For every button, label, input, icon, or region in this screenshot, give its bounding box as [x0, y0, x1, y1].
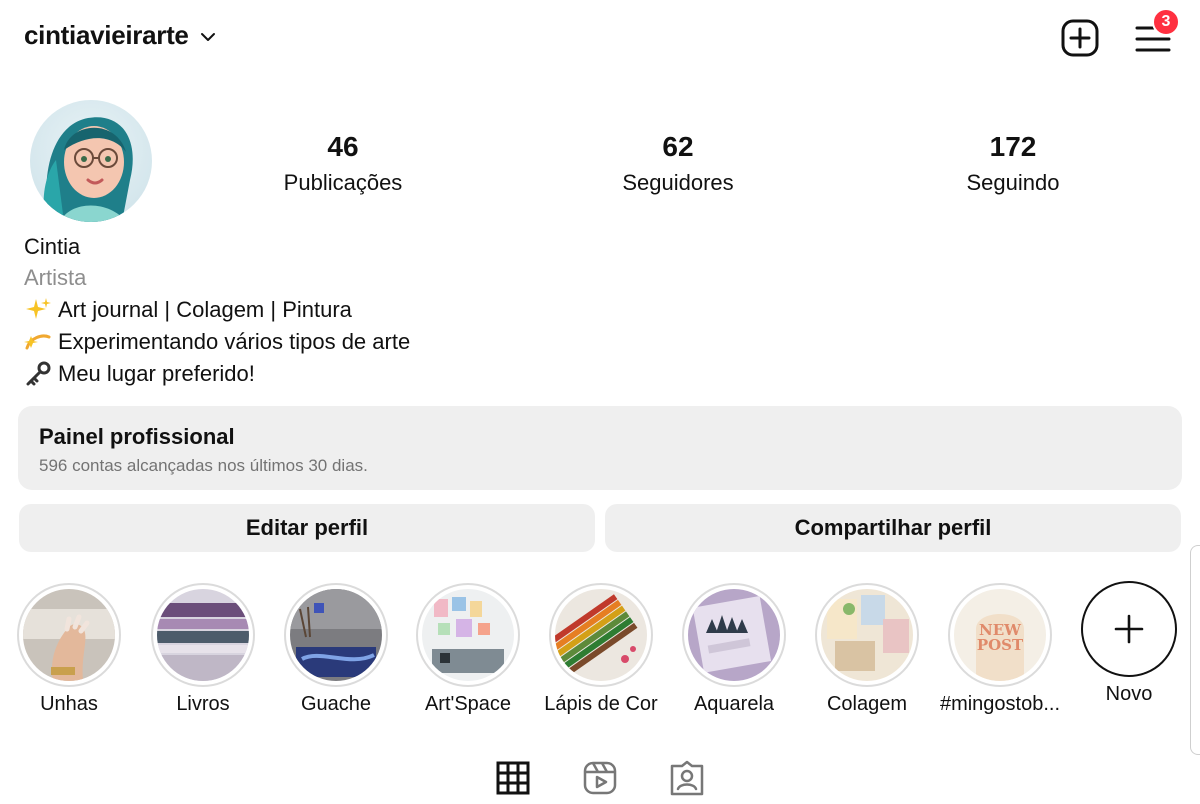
profile-bio: Cintia Artista Art journal | Colagem | P… [24, 232, 410, 390]
bio-text: Meu lugar preferido! [58, 361, 255, 386]
dizzy-star-icon [24, 334, 51, 350]
bio-line: Meu lugar preferido! [24, 358, 410, 390]
stat-label: Publicações [283, 170, 403, 195]
highlight-thumbnail [290, 589, 382, 681]
highlight-thumbnail [688, 589, 780, 681]
highlight-label: Livros [176, 693, 230, 715]
highlight-label: Colagem [826, 693, 908, 715]
display-name: Cintia [24, 234, 81, 259]
highlight-label: #mingostob... [939, 693, 1061, 715]
stat-posts[interactable]: 46 Publicações [233, 128, 453, 200]
reels-icon[interactable] [580, 758, 620, 798]
dashboard-subtitle: 596 contas alcançadas nos últimos 30 dia… [39, 456, 368, 475]
professional-dashboard[interactable]: Painel profissional 596 contas alcançada… [18, 406, 1182, 490]
highlight-thumbnail [157, 589, 249, 681]
category-label: Artista [24, 265, 87, 290]
share-profile-button[interactable]: Compartilhar perfil [605, 504, 1181, 552]
chevron-down-icon [200, 32, 215, 41]
stat-followers[interactable]: 62 Seguidores [568, 128, 788, 200]
grid-icon[interactable] [493, 758, 533, 798]
highlight-thumbnail [23, 589, 115, 681]
highlight-label: Lápis de Cor [544, 693, 658, 715]
stat-label: Seguidores [622, 170, 734, 195]
old-key-icon [26, 361, 51, 386]
highlight-guache[interactable]: Guache [266, 583, 406, 716]
highlight-label: Guache [300, 693, 372, 715]
stat-value: 62 [662, 131, 694, 162]
stat-value: 46 [327, 131, 359, 162]
highlight-aquarela[interactable]: Aquarela [664, 583, 804, 716]
scroll-handle[interactable] [1190, 545, 1200, 755]
thumbnail-text: POST [976, 636, 1024, 654]
plus-square-icon[interactable] [1060, 18, 1100, 58]
highlight-artspace[interactable]: Art'Space [398, 583, 538, 716]
highlight-livros[interactable]: Livros [133, 583, 273, 716]
highlight-thumbnail [821, 589, 913, 681]
new-highlight-circle [1081, 581, 1177, 677]
sparkles-icon [26, 298, 51, 319]
tagged-icon[interactable] [667, 758, 707, 798]
avatar-illustration [30, 100, 152, 222]
new-highlight-label: Novo [1105, 683, 1153, 705]
stat-following[interactable]: 172 Seguindo [903, 128, 1123, 200]
bio-text: Art journal | Colagem | Pintura [58, 297, 352, 322]
highlight-lapis-de-cor[interactable]: Lápis de Cor [531, 583, 671, 716]
highlight-unhas[interactable]: Unhas [0, 583, 139, 716]
avatar[interactable] [30, 100, 152, 222]
highlight-label: Art'Space [424, 693, 512, 715]
notification-badge: 3 [1152, 8, 1180, 36]
bio-line: Art journal | Colagem | Pintura [24, 294, 410, 326]
top-bar: cintiavieirarte 3 [0, 0, 1200, 80]
edit-profile-button[interactable]: Editar perfil [19, 504, 595, 552]
bio-line: Experimentando vários tipos de arte [24, 326, 410, 358]
new-highlight-button[interactable]: Novo [1070, 581, 1188, 706]
stat-label: Seguindo [966, 170, 1060, 195]
stat-value: 172 [989, 131, 1037, 162]
highlight-label: Aquarela [693, 693, 775, 715]
bio-text: Experimentando vários tipos de arte [58, 329, 411, 354]
dashboard-title: Painel profissional [39, 424, 235, 449]
username: cintiavieirarte [24, 20, 189, 50]
highlight-mingostob[interactable]: NEW POST #mingostob... [930, 583, 1070, 716]
highlight-thumbnail [422, 589, 514, 681]
highlight-colagem[interactable]: Colagem [797, 583, 937, 716]
account-switcher[interactable]: cintiavieirarte [24, 20, 217, 51]
highlight-label: Unhas [40, 693, 98, 715]
plus-icon [1114, 614, 1144, 644]
highlight-thumbnail [555, 589, 647, 681]
